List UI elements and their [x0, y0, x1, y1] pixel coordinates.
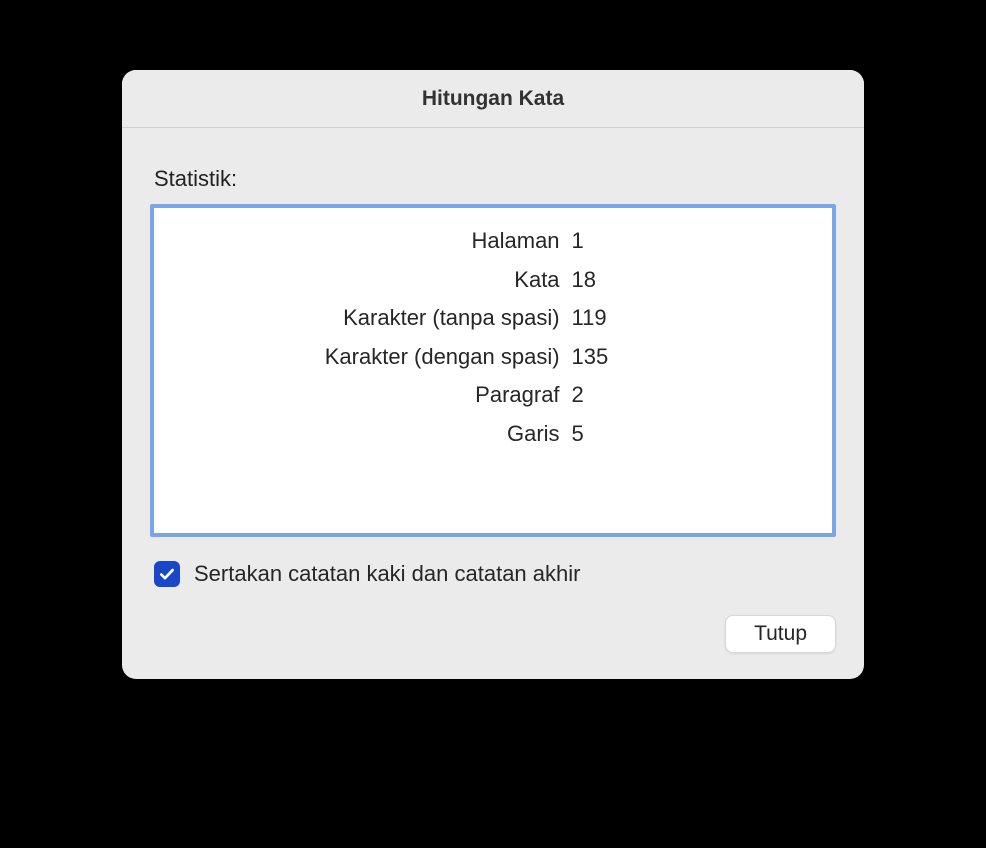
stat-value: 5: [570, 415, 812, 454]
include-footnotes-row: Sertakan catatan kaki dan catatan akhir: [154, 561, 836, 587]
word-count-dialog: Hitungan Kata Statistik: Halaman 1 Kata …: [122, 70, 864, 679]
dialog-content: Statistik: Halaman 1 Kata 18 Karakter (t…: [122, 128, 864, 679]
stat-label: Kata: [174, 261, 570, 300]
dialog-titlebar: Hitungan Kata: [122, 70, 864, 128]
statistics-label: Statistik:: [154, 166, 836, 192]
stat-value: 135: [570, 338, 812, 377]
include-footnotes-checkbox[interactable]: [154, 561, 180, 587]
statistics-box[interactable]: Halaman 1 Kata 18 Karakter (tanpa spasi)…: [150, 204, 836, 537]
stat-label: Halaman: [174, 222, 570, 261]
include-footnotes-label: Sertakan catatan kaki dan catatan akhir: [194, 561, 580, 587]
dialog-title: Hitungan Kata: [422, 87, 564, 111]
checkmark-icon: [158, 565, 176, 583]
stat-label: Karakter (tanpa spasi): [174, 299, 570, 338]
stat-value: 1: [570, 222, 812, 261]
stat-row-pages: Halaman 1: [174, 222, 812, 261]
stat-value: 2: [570, 376, 812, 415]
stat-label: Karakter (dengan spasi): [174, 338, 570, 377]
stat-label: Garis: [174, 415, 570, 454]
stat-row-chars-no-space: Karakter (tanpa spasi) 119: [174, 299, 812, 338]
stat-value: 18: [570, 261, 812, 300]
stat-row-chars-with-space: Karakter (dengan spasi) 135: [174, 338, 812, 377]
stat-row-lines: Garis 5: [174, 415, 812, 454]
stat-value: 119: [570, 299, 812, 338]
stat-label: Paragraf: [174, 376, 570, 415]
close-button[interactable]: Tutup: [725, 615, 836, 653]
stat-row-paragraphs: Paragraf 2: [174, 376, 812, 415]
dialog-button-row: Tutup: [150, 615, 836, 653]
stat-row-words: Kata 18: [174, 261, 812, 300]
